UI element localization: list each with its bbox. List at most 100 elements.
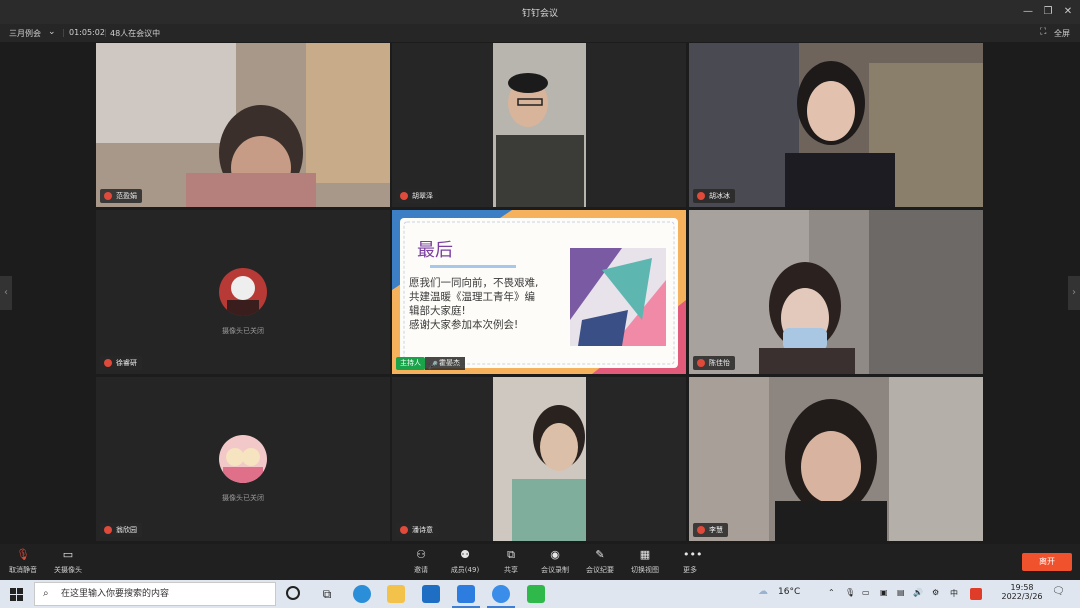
unmute-button[interactable]: 🎙 取消静音 (1, 548, 45, 575)
dingtalk-icon[interactable] (457, 585, 475, 603)
clock-date: 2022/3/26 (1001, 592, 1043, 601)
microphone-muted-icon: 🎙 (16, 548, 30, 561)
mic-muted-icon (697, 526, 705, 534)
video-feed (392, 43, 686, 207)
button-label: 会议录制 (541, 566, 569, 574)
record-button[interactable]: ◉ 会议录制 (533, 548, 577, 575)
video-feed (96, 43, 390, 207)
grid-view-icon: ▦ (639, 548, 651, 561)
mail-icon[interactable] (422, 585, 440, 603)
camera-icon[interactable]: ▭ (862, 588, 870, 597)
participant-name-badge: 翁欣园 (100, 523, 142, 537)
file-explorer-icon[interactable] (387, 585, 405, 603)
notification-icon[interactable]: 🗨 (1052, 586, 1065, 597)
settings-icon[interactable]: ⚙ (932, 588, 939, 597)
mic-muted-icon (697, 192, 705, 200)
slide-line: 感谢大家参加本次例会! (409, 319, 519, 331)
mic-muted-icon (104, 526, 112, 534)
slide-line: 愿我们一同向前，不畏艰难, (409, 277, 539, 289)
windows-start-icon[interactable] (10, 587, 24, 601)
microphone-icon[interactable]: 🎙 (845, 588, 855, 597)
next-page-arrow[interactable]: › (1068, 276, 1080, 310)
task-view-icon[interactable]: ⧉ (318, 585, 336, 603)
participant-name-badge: 范盈娟 (100, 189, 142, 203)
microphone-icon: 🎤 (428, 361, 438, 370)
video-tile-6[interactable]: 摄像头已关闭 翁欣园 (96, 377, 390, 541)
tray-expand-icon[interactable]: ⌃ (828, 588, 835, 597)
video-tile-2[interactable]: 胡翠泽 (392, 43, 686, 207)
fullscreen-icon[interactable]: ⛶ (1040, 27, 1046, 37)
minimize-button[interactable]: — (1020, 4, 1036, 20)
more-button[interactable]: ••• 更多 (668, 548, 712, 575)
share-screen-icon: ⧉ (507, 548, 515, 561)
participant-name: 陈佳怡 (709, 359, 730, 367)
camera-off-text: 摄像头已关闭 (222, 327, 264, 335)
camera-button[interactable]: ▭ 关摄像头 (46, 548, 90, 575)
participant-name: 🎤 霍晏杰 (425, 357, 465, 370)
volume-icon[interactable]: 🔊 (913, 588, 923, 597)
leave-button[interactable]: 离开 (1022, 553, 1072, 571)
participant-name: 翁欣园 (116, 526, 137, 534)
search-icon: ⌕ (43, 588, 49, 599)
video-feed (689, 377, 983, 541)
minutes-button[interactable]: ✎ 会议纪要 (578, 548, 622, 575)
video-tile-4[interactable]: 摄像头已关闭 徐睿研 (96, 210, 390, 374)
clock-time: 19:58 (1010, 583, 1034, 592)
screen-icon[interactable]: ▣ (880, 588, 888, 597)
video-tile-7[interactable]: 潘诗意 (392, 377, 686, 541)
chevron-down-icon[interactable]: ⌄ (48, 27, 56, 37)
video-tile-5[interactable]: 陈佳怡 (689, 210, 983, 374)
video-grid: ‹ › 范盈娟 胡翠泽 胡冰冰 摄像头已关闭 徐睿研 最后 愿我们一同向前，不畏… (0, 42, 1080, 544)
participant-name: 胡翠泽 (412, 192, 433, 200)
participant-name-badge: 李慧 (693, 523, 728, 537)
search-placeholder: 在这里输入你要搜索的内容 (61, 589, 170, 599)
weather-temperature[interactable]: 16°C (778, 587, 800, 597)
more-dots-icon: ••• (683, 548, 703, 561)
cortana-icon[interactable] (286, 586, 300, 600)
participant-name-badge: 徐睿研 (100, 356, 142, 370)
prev-page-arrow[interactable]: ‹ (0, 276, 12, 310)
button-label: 邀请 (414, 566, 428, 574)
video-tile-1[interactable]: 范盈娟 (96, 43, 390, 207)
attendance-count: 48人在会议中 (110, 29, 161, 38)
participant-name-badge: 胡翠泽 (396, 189, 438, 203)
meeting-timer: 01:05:02 (69, 28, 105, 37)
switch-view-button[interactable]: ▦ 切换视图 (623, 548, 667, 575)
clock[interactable]: 19:58 2022/3/26 (1000, 583, 1044, 601)
maximize-button[interactable]: ❐ (1040, 4, 1056, 20)
app-tray-icon[interactable] (970, 588, 982, 600)
fullscreen-label[interactable]: 全屏 (1054, 28, 1070, 39)
title-bar: 钉钉会议 — ❐ ✕ (0, 0, 1080, 24)
video-tile-3[interactable]: 胡冰冰 (689, 43, 983, 207)
edge-browser-icon[interactable] (353, 585, 371, 603)
participant-name: 李慧 (709, 526, 723, 534)
participant-name-badge: 胡冰冰 (693, 189, 735, 203)
button-label: 共享 (504, 566, 518, 574)
dingtalk-meeting-icon[interactable] (492, 585, 510, 603)
shared-screen-tile[interactable]: 最后 愿我们一同向前，不畏艰难, 共建温暖《温理工青年》编 辑部大家庭! 感谢大… (392, 210, 686, 374)
taskbar-search-input[interactable]: ⌕ 在这里输入你要搜索的内容 (34, 582, 276, 606)
slide-line: 辑部大家庭! (409, 305, 466, 317)
mic-muted-icon (400, 192, 408, 200)
participant-name: 胡冰冰 (709, 192, 730, 200)
participant-name: 徐睿研 (116, 359, 137, 367)
invite-button[interactable]: ⚇ 邀请 (399, 548, 443, 575)
slide-body: 愿我们一同向前，不畏艰难, 共建温暖《温理工青年》编 辑部大家庭! 感谢大家参加… (409, 276, 569, 332)
slide-line: 共建温暖《温理工青年》编 (409, 291, 535, 303)
button-label: 会议纪要 (586, 566, 614, 574)
video-feed (689, 210, 983, 374)
button-label: 成员(49) (450, 566, 480, 574)
camera-off-text: 摄像头已关闭 (222, 494, 264, 502)
meeting-name[interactable]: 三月例会 (9, 28, 41, 39)
members-icon: ⚉ (460, 548, 470, 561)
wechat-icon[interactable] (527, 585, 545, 603)
video-tile-8[interactable]: 李慧 (689, 377, 983, 541)
host-badge: 主持人 🎤 霍晏杰 (396, 357, 465, 370)
input-method-icon[interactable]: 中 (950, 588, 958, 599)
button-label: 取消静音 (9, 566, 37, 574)
network-icon[interactable]: ▤ (897, 588, 905, 597)
mic-muted-icon (697, 359, 705, 367)
close-button[interactable]: ✕ (1060, 4, 1076, 20)
share-button[interactable]: ⧉ 共享 (489, 548, 533, 575)
members-button[interactable]: ⚉ 成员(49) (443, 548, 487, 575)
